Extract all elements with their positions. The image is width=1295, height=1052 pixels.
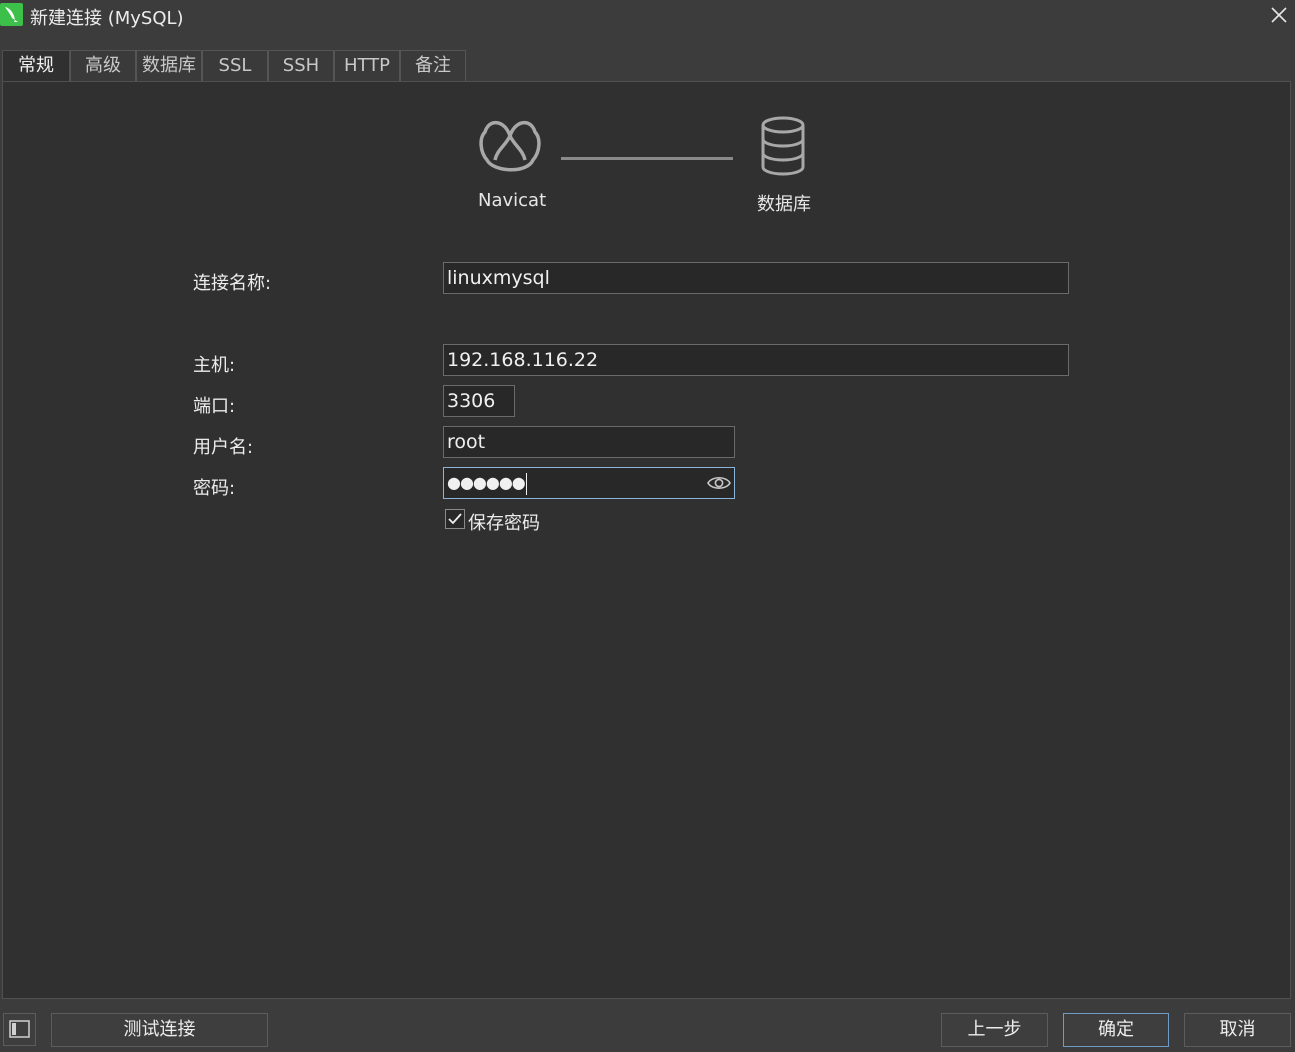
tab-ssl[interactable]: SSL (202, 50, 268, 82)
password-input[interactable]: ●●●●●● (443, 467, 735, 499)
close-icon (1271, 7, 1287, 23)
connection-name-label: 连接名称: (193, 273, 272, 294)
previous-button[interactable]: 上一步 (941, 1013, 1048, 1047)
port-input[interactable]: 3306 (443, 385, 515, 417)
close-button[interactable] (1265, 2, 1293, 28)
save-password-checkbox[interactable] (445, 509, 465, 529)
navicat-logo-icon (479, 121, 541, 172)
bottom-bar: 测试连接 上一步 确定 取消 (0, 999, 1295, 1052)
tab-http[interactable]: HTTP (334, 50, 400, 82)
checkmark-icon (448, 513, 462, 525)
title-bar: 新建连接 (MySQL) (0, 0, 1295, 30)
connection-line (561, 157, 733, 160)
cancel-button[interactable]: 取消 (1184, 1013, 1291, 1047)
general-panel: Navicat 数据库 连接名称: 主机: 端口: 用户名: 密码: linux… (2, 81, 1291, 999)
username-label: 用户名: (193, 437, 254, 458)
host-input[interactable]: 192.168.116.22 (443, 344, 1069, 376)
password-label: 密码: (193, 478, 236, 499)
tab-databases[interactable]: 数据库 (136, 50, 202, 82)
ok-button[interactable]: 确定 (1063, 1013, 1169, 1047)
password-mask: ●●●●●● (447, 473, 526, 492)
connection-name-input[interactable]: linuxmysql (443, 262, 1069, 294)
host-label: 主机: (193, 355, 236, 376)
navicat-dolphin-icon (0, 3, 23, 26)
save-password-label[interactable]: 保存密码 (468, 509, 540, 535)
port-label: 端口: (193, 396, 236, 417)
text-caret (525, 472, 527, 495)
eye-icon[interactable] (706, 472, 732, 494)
tab-general[interactable]: 常规 (2, 50, 70, 82)
tab-notes[interactable]: 备注 (400, 50, 466, 82)
tab-strip: 常规 高级 数据库 SSL SSH HTTP 备注 (2, 50, 1293, 82)
database-label: 数据库 (757, 194, 811, 215)
username-input[interactable]: root (443, 426, 735, 458)
window-title: 新建连接 (MySQL) (30, 8, 184, 29)
sidebar-toggle-button[interactable] (3, 1013, 36, 1046)
tab-advanced[interactable]: 高级 (70, 50, 136, 82)
database-icon (761, 116, 805, 176)
sidebar-panel-icon (9, 1020, 30, 1038)
tab-ssh[interactable]: SSH (268, 50, 334, 82)
test-connection-button[interactable]: 测试连接 (51, 1013, 268, 1047)
navicat-label: Navicat (478, 190, 547, 211)
